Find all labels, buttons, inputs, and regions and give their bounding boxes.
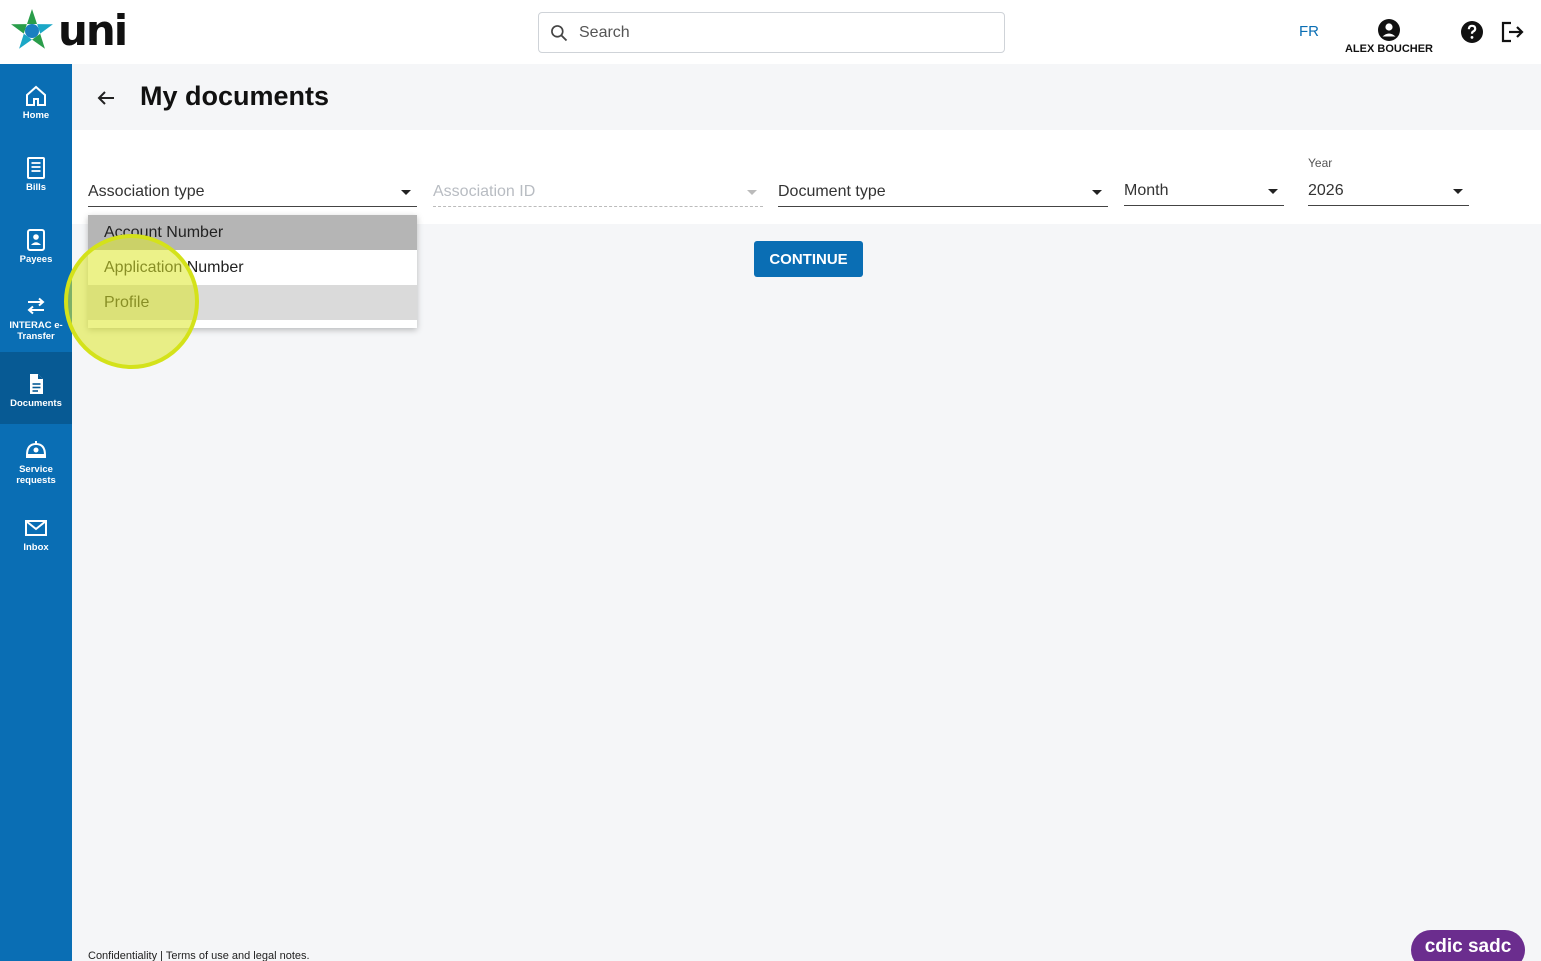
language-toggle[interactable]: FR: [1299, 23, 1319, 40]
year-select[interactable]: Year 2026: [1308, 156, 1469, 206]
year-value: 2026: [1308, 182, 1344, 199]
sidebar-item-label: Documents: [10, 398, 62, 409]
chevron-down-icon: [401, 190, 411, 195]
sidebar-item-service-requests[interactable]: Service requests: [0, 438, 72, 486]
page-title: My documents: [140, 81, 330, 111]
star-logo-icon: [11, 9, 53, 49]
document-type-label: Document type: [778, 183, 886, 200]
contacts-icon: [27, 229, 45, 251]
user-name: ALEX BOUCHER: [1344, 43, 1433, 55]
option-account-number[interactable]: Account Number: [88, 215, 417, 250]
cdic-badge[interactable]: cdic sadc: [1411, 930, 1525, 961]
chevron-down-icon: [1092, 190, 1102, 195]
option-profile[interactable]: Profile: [88, 285, 417, 320]
sidebar-item-label: Bills: [25, 182, 47, 193]
brand-logo[interactable]: uni: [8, 6, 128, 55]
page-header: My documents: [72, 64, 1541, 130]
service-icon: [25, 441, 47, 458]
footer-links[interactable]: Confidentiality | Terms of use and legal…: [88, 950, 310, 961]
association-id-select: Association ID: [433, 179, 763, 207]
user-menu[interactable]: ALEX BOUCHER: [1340, 18, 1438, 55]
association-id-label: Association ID: [433, 183, 536, 200]
month-label: Month: [1124, 182, 1169, 199]
year-field-label: Year: [1308, 156, 1333, 170]
filter-bar: Association type Association ID Document…: [72, 130, 1541, 224]
sidebar-item-payees[interactable]: Payees: [0, 228, 72, 265]
sidebar-item-label: INTERAC e-Transfer: [9, 320, 63, 342]
home-icon: [26, 85, 46, 106]
transfer-arrows-icon: [27, 297, 45, 315]
association-type-select[interactable]: Association type: [88, 179, 417, 207]
sidebar-item-label: Payees: [19, 254, 53, 265]
logout-icon[interactable]: [1500, 20, 1526, 44]
back-arrow-icon[interactable]: [94, 86, 118, 110]
option-application-number[interactable]: Application Number: [88, 250, 417, 285]
sidebar-item-inbox[interactable]: Inbox: [0, 516, 72, 553]
chevron-down-icon: [747, 190, 757, 195]
chevron-down-icon: [1453, 189, 1463, 194]
sidebar-item-label: Home: [22, 110, 50, 121]
month-select[interactable]: Month: [1124, 178, 1284, 206]
logo-text: uni: [58, 6, 128, 55]
search-input[interactable]: [579, 23, 979, 42]
search-box[interactable]: [538, 12, 1005, 53]
sidebar-item-label: Service requests: [16, 464, 56, 486]
mail-icon: [25, 520, 47, 536]
chevron-down-icon: [1268, 189, 1278, 194]
association-type-dropdown: Account Number Application Number Profil…: [88, 215, 417, 328]
document-icon: [30, 374, 43, 394]
sidebar-item-interac[interactable]: INTERAC e-Transfer: [0, 294, 72, 342]
top-bar: uni FR ALEX BOUCHER: [0, 0, 1541, 64]
continue-button[interactable]: CONTINUE: [754, 241, 863, 277]
association-type-label: Association type: [88, 183, 205, 200]
search-icon: [551, 24, 568, 41]
sidebar-item-label: Inbox: [23, 542, 49, 553]
sidebar-item-home[interactable]: Home: [0, 84, 72, 121]
sidebar: Home Bills Payees INTERAC e-Transfer Doc…: [0, 64, 72, 961]
sidebar-item-bills[interactable]: Bills: [0, 156, 72, 193]
account-circle-icon: [1378, 19, 1400, 41]
receipt-icon: [27, 157, 45, 179]
help-icon[interactable]: [1460, 20, 1484, 44]
document-type-select[interactable]: Document type: [778, 179, 1108, 207]
sidebar-item-documents[interactable]: Documents: [0, 352, 72, 424]
